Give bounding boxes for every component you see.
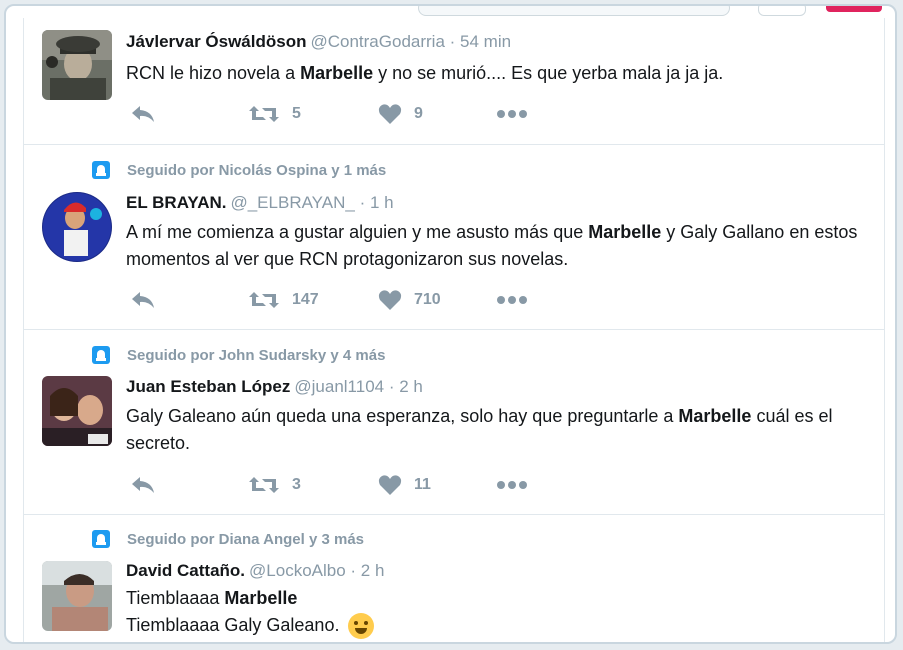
follow-icon <box>92 346 110 364</box>
tweet-text: Galy Galeano aún queda una esperanza, so… <box>126 403 866 457</box>
tweet[interactable]: Seguido por John Sudarsky y 4 más Juan E… <box>24 330 884 515</box>
tweet-text-part: Tiemblaaaa Galy Galeano. <box>126 615 340 635</box>
social-context: Seguido por Diana Angel y 3 más <box>92 529 364 549</box>
followed-by-text[interactable]: Seguido por John Sudarsky y 4 más <box>127 347 385 364</box>
avatar[interactable] <box>42 376 112 446</box>
like-button[interactable]: 710 <box>378 289 496 311</box>
tweet-text-highlight: Marbelle <box>588 222 662 242</box>
tweet-text-highlight: Marbelle <box>300 63 374 83</box>
timestamp[interactable]: · 54 min <box>450 32 511 51</box>
like-count: 710 <box>414 291 441 308</box>
social-context: Seguido por Nicolás Ospina y 1 más <box>92 160 386 180</box>
retweet-count: 3 <box>292 476 301 493</box>
tweet-header: Jávlervar Óswáldöson @ContraGodarria · 54… <box>126 32 511 52</box>
like-button[interactable]: 9 <box>378 103 496 125</box>
tweet-button[interactable] <box>826 6 882 12</box>
retweet-icon <box>249 106 279 122</box>
reply-icon <box>132 292 154 308</box>
reply-button[interactable] <box>130 475 248 495</box>
more-button[interactable] <box>496 480 528 490</box>
tweet-actions: 147 710 <box>130 288 528 312</box>
social-context: Seguido por John Sudarsky y 4 más <box>92 345 385 365</box>
display-name[interactable]: Jávlervar Óswáldöson <box>126 32 306 51</box>
compose-icon[interactable] <box>758 6 806 16</box>
user-handle[interactable]: @ContraGodarria <box>310 32 444 51</box>
retweet-count: 147 <box>292 291 319 308</box>
timestamp[interactable]: · 2 h <box>389 377 423 396</box>
tweet-header: David Cattaño. @LockoAlbo · 2 h <box>126 561 384 581</box>
tweet-text-part: RCN le hizo novela a <box>126 63 301 83</box>
tweet-text-part: Tiemblaaaa <box>126 588 225 608</box>
crying-laughing-emoji-icon <box>348 613 375 640</box>
follow-icon <box>92 530 110 548</box>
user-handle[interactable]: @juanl1104 <box>294 377 384 396</box>
tweet-text: RCN le hizo novela a Marbelle y no se mu… <box>126 60 866 87</box>
avatar[interactable] <box>42 561 112 631</box>
tweet-actions: 5 9 <box>130 102 528 126</box>
timestamp[interactable]: · 1 h <box>360 193 394 212</box>
tweet-header: Juan Esteban López @juanl1104 · 2 h <box>126 377 423 397</box>
like-count: 9 <box>414 105 423 122</box>
retweet-count: 5 <box>292 105 301 122</box>
tweet-text-part: A mí me comienza a gustar alguien y me a… <box>126 222 589 242</box>
more-button[interactable] <box>496 109 528 119</box>
retweet-button[interactable]: 147 <box>248 290 378 310</box>
like-count: 11 <box>414 476 431 493</box>
top-bar-fragment <box>6 6 895 18</box>
retweet-button[interactable]: 3 <box>248 475 378 495</box>
retweet-button[interactable]: 5 <box>248 104 378 124</box>
heart-icon <box>378 104 402 124</box>
reply-button[interactable] <box>130 104 248 124</box>
follow-icon <box>92 161 110 179</box>
tweet-text: A mí me comienza a gustar alguien y me a… <box>126 219 866 273</box>
more-dots-icon <box>497 110 527 118</box>
search-input[interactable] <box>418 6 730 16</box>
followed-by-text[interactable]: Seguido por Nicolás Ospina y 1 más <box>127 162 386 179</box>
reply-icon <box>132 106 154 122</box>
user-handle[interactable]: @LockoAlbo <box>249 561 346 580</box>
tweet-text-part: y no se murió.... Es que yerba mala ja j… <box>373 63 724 83</box>
like-button[interactable]: 11 <box>378 474 496 496</box>
reply-button[interactable] <box>130 290 248 310</box>
timestamp[interactable]: · 2 h <box>350 561 384 580</box>
more-button[interactable] <box>496 295 528 305</box>
tweet[interactable]: Jávlervar Óswáldöson @ContraGodarria · 54… <box>24 18 884 145</box>
tweet-text-highlight: Marbelle <box>678 406 752 426</box>
more-dots-icon <box>497 481 527 489</box>
tweet-line: Tiemblaaaa Galy Galeano. <box>126 612 866 640</box>
display-name[interactable]: David Cattaño. <box>126 561 245 580</box>
display-name[interactable]: EL BRAYAN. <box>126 193 226 212</box>
user-handle[interactable]: @_ELBRAYAN_ <box>230 193 354 212</box>
followed-by-text[interactable]: Seguido por Diana Angel y 3 más <box>127 531 364 548</box>
tweet-header: EL BRAYAN. @_ELBRAYAN_ · 1 h <box>126 193 394 213</box>
retweet-icon <box>249 292 279 308</box>
tweet-text: Tiemblaaaa Marbelle Tiemblaaaa Galy Gale… <box>126 585 866 640</box>
tweet-line: Tiemblaaaa Marbelle <box>126 585 866 612</box>
reply-icon <box>132 477 154 493</box>
display-name[interactable]: Juan Esteban López <box>126 377 290 396</box>
timeline: Jávlervar Óswáldöson @ContraGodarria · 54… <box>23 18 885 642</box>
heart-icon <box>378 290 402 310</box>
tweet-text-part: Galy Galeano aún queda una esperanza, so… <box>126 406 679 426</box>
heart-icon <box>378 475 402 495</box>
avatar[interactable] <box>42 192 112 262</box>
tweet[interactable]: Seguido por Diana Angel y 3 más David Ca… <box>24 515 884 642</box>
tweet-text-highlight: Marbelle <box>224 588 298 608</box>
avatar[interactable] <box>42 30 112 100</box>
browser-frame: Jávlervar Óswáldöson @ContraGodarria · 54… <box>4 4 897 644</box>
retweet-icon <box>249 477 279 493</box>
tweet[interactable]: Seguido por Nicolás Ospina y 1 más EL BR… <box>24 145 884 330</box>
more-dots-icon <box>497 296 527 304</box>
tweet-actions: 3 11 <box>130 473 528 497</box>
